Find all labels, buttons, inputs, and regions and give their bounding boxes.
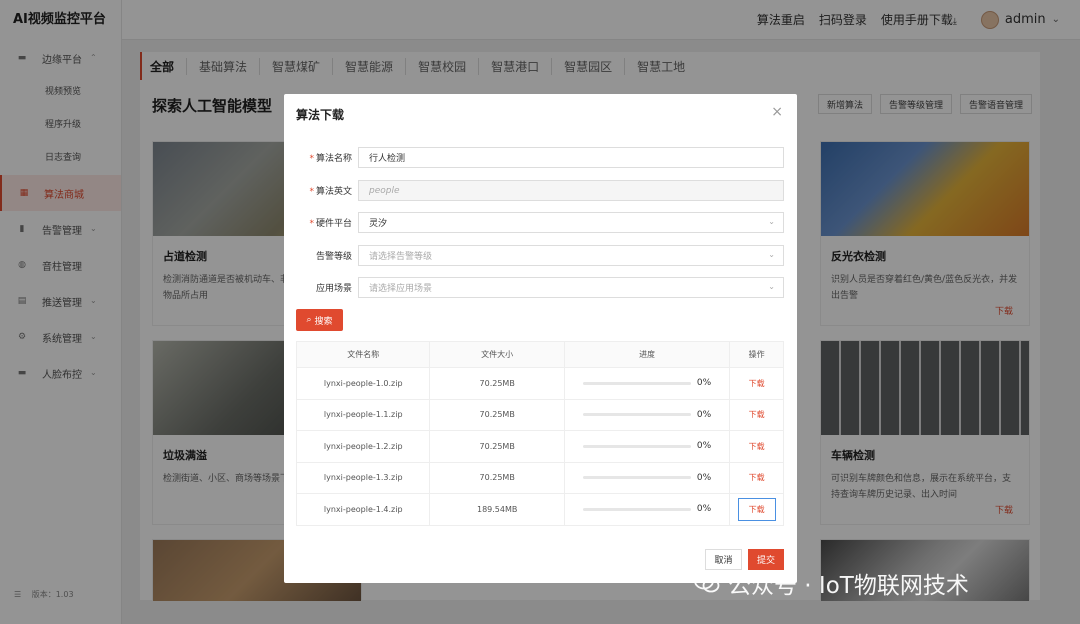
column-header: 文件名称 (297, 342, 431, 367)
alarm-level-select[interactable]: 请选择告警等级 ⌄ (358, 245, 784, 266)
file-size: 70.25MB (430, 431, 565, 462)
wechat-icon (694, 572, 720, 593)
progress-text: 0% (696, 472, 712, 483)
table-row: lynxi-people-1.0.zip 70.25MB 0% 下载 (297, 367, 783, 399)
download-cell: 下载 (730, 494, 783, 525)
progress-cell: 0% (565, 368, 731, 399)
download-link[interactable]: 下载 (749, 441, 765, 452)
progress-cell: 0% (565, 494, 731, 525)
chevron-down-icon: ⌄ (768, 250, 775, 259)
select-placeholder: 请选择应用场景 (369, 284, 433, 294)
progress-text: 0% (696, 409, 712, 420)
column-header: 操作 (748, 350, 765, 359)
form-row-hardware: * 硬件平台 灵汐 ⌄ (296, 212, 784, 233)
progress-cell: 0% (565, 431, 731, 462)
progress-bar (582, 413, 691, 417)
progress-bar (582, 381, 691, 385)
required-mark: * (309, 219, 314, 229)
algorithm-download-dialog: 算法下载 × * 算法名称 行人检测 * 算法英文 people * 硬件平台 灵汐 … (284, 94, 797, 583)
file-size: 70.25MB (430, 399, 565, 430)
file-name: lynxi-people-1.4.zip (297, 494, 431, 525)
table-row: lynxi-people-1.3.zip 70.25MB 0% 下载 (297, 461, 783, 494)
table-row: lynxi-people-1.1.zip 70.25MB 0% 下载 (297, 398, 783, 431)
required-mark: * (309, 154, 314, 164)
form-label: * 算法名称 (296, 151, 352, 164)
watermark: 公众号 · IoT物联网技术 (694, 566, 969, 600)
file-size: 70.25MB (430, 368, 565, 399)
table-row: lynxi-people-1.4.zip 189.54MB 0% 下载 (297, 493, 783, 525)
progress-cell: 0% (565, 462, 731, 493)
form-label: 应用场景 (315, 284, 352, 294)
file-size: 189.54MB (430, 494, 565, 525)
label-text: 算法名称 (315, 154, 352, 164)
hardware-platform-select[interactable]: 灵汐 ⌄ (358, 212, 784, 233)
progress-cell: 0% (565, 399, 731, 430)
form-row-alarm-level: 告警等级 请选择告警等级 ⌄ (296, 245, 784, 266)
file-size: 70.25MB (430, 462, 565, 493)
progress-bar (582, 476, 691, 480)
watermark-text: 公众号 · IoT物联网技术 (728, 573, 969, 599)
download-cell: 下载 (730, 368, 783, 399)
file-name: lynxi-people-1.3.zip (297, 462, 431, 493)
download-link[interactable]: 下载 (749, 409, 765, 420)
column-header: 进度 (565, 342, 731, 367)
close-icon[interactable]: × (771, 104, 783, 120)
progress-text: 0% (696, 378, 712, 389)
file-table: 文件名称 文件大小 进度 操作 lynxi-people-1.0.zip 70.… (296, 341, 784, 526)
download-cell: 下载 (730, 400, 783, 431)
select-placeholder: 请选择告警等级 (369, 252, 433, 262)
download-link[interactable]: 下载 (749, 472, 765, 483)
algorithm-english-input: people (358, 180, 784, 201)
search-icon: ⌕ (306, 315, 312, 325)
table-header: 文件名称 文件大小 进度 操作 (297, 342, 783, 367)
label-text: 硬件平台 (315, 219, 352, 229)
dialog-title: 算法下载 (296, 108, 345, 122)
file-name: lynxi-people-1.2.zip (297, 431, 431, 462)
form-row-name: * 算法名称 行人检测 (296, 147, 784, 168)
download-cell: 下载 (730, 431, 783, 462)
chevron-down-icon: ⌄ (768, 217, 775, 226)
form-label: 告警等级 (315, 252, 352, 262)
form-row-scene: 应用场景 请选择应用场景 ⌄ (296, 277, 784, 298)
form-label: * 硬件平台 (296, 216, 352, 229)
label-text: 算法英文 (315, 187, 352, 197)
download-link[interactable]: 下载 (737, 497, 776, 521)
progress-text: 0% (696, 504, 712, 515)
form-label: * 算法英文 (296, 184, 352, 197)
progress-bar (582, 507, 691, 511)
required-mark: * (309, 187, 314, 197)
search-button-label: 搜索 (314, 316, 333, 327)
file-name: lynxi-people-1.0.zip (297, 368, 431, 399)
application-scene-select[interactable]: 请选择应用场景 ⌄ (358, 277, 784, 298)
algorithm-name-input[interactable]: 行人检测 (358, 147, 784, 168)
chevron-down-icon: ⌄ (768, 282, 775, 291)
progress-bar (582, 444, 691, 448)
progress-text: 0% (696, 441, 712, 452)
form-row-english: * 算法英文 people (296, 180, 784, 201)
download-link[interactable]: 下载 (749, 378, 765, 389)
select-value: 灵汐 (369, 219, 388, 229)
table-row: lynxi-people-1.2.zip 70.25MB 0% 下载 (297, 430, 783, 462)
download-cell: 下载 (730, 463, 783, 494)
column-header: 文件大小 (430, 342, 565, 367)
file-name: lynxi-people-1.1.zip (297, 399, 431, 430)
search-button[interactable]: ⌕ 搜索 (296, 309, 343, 331)
